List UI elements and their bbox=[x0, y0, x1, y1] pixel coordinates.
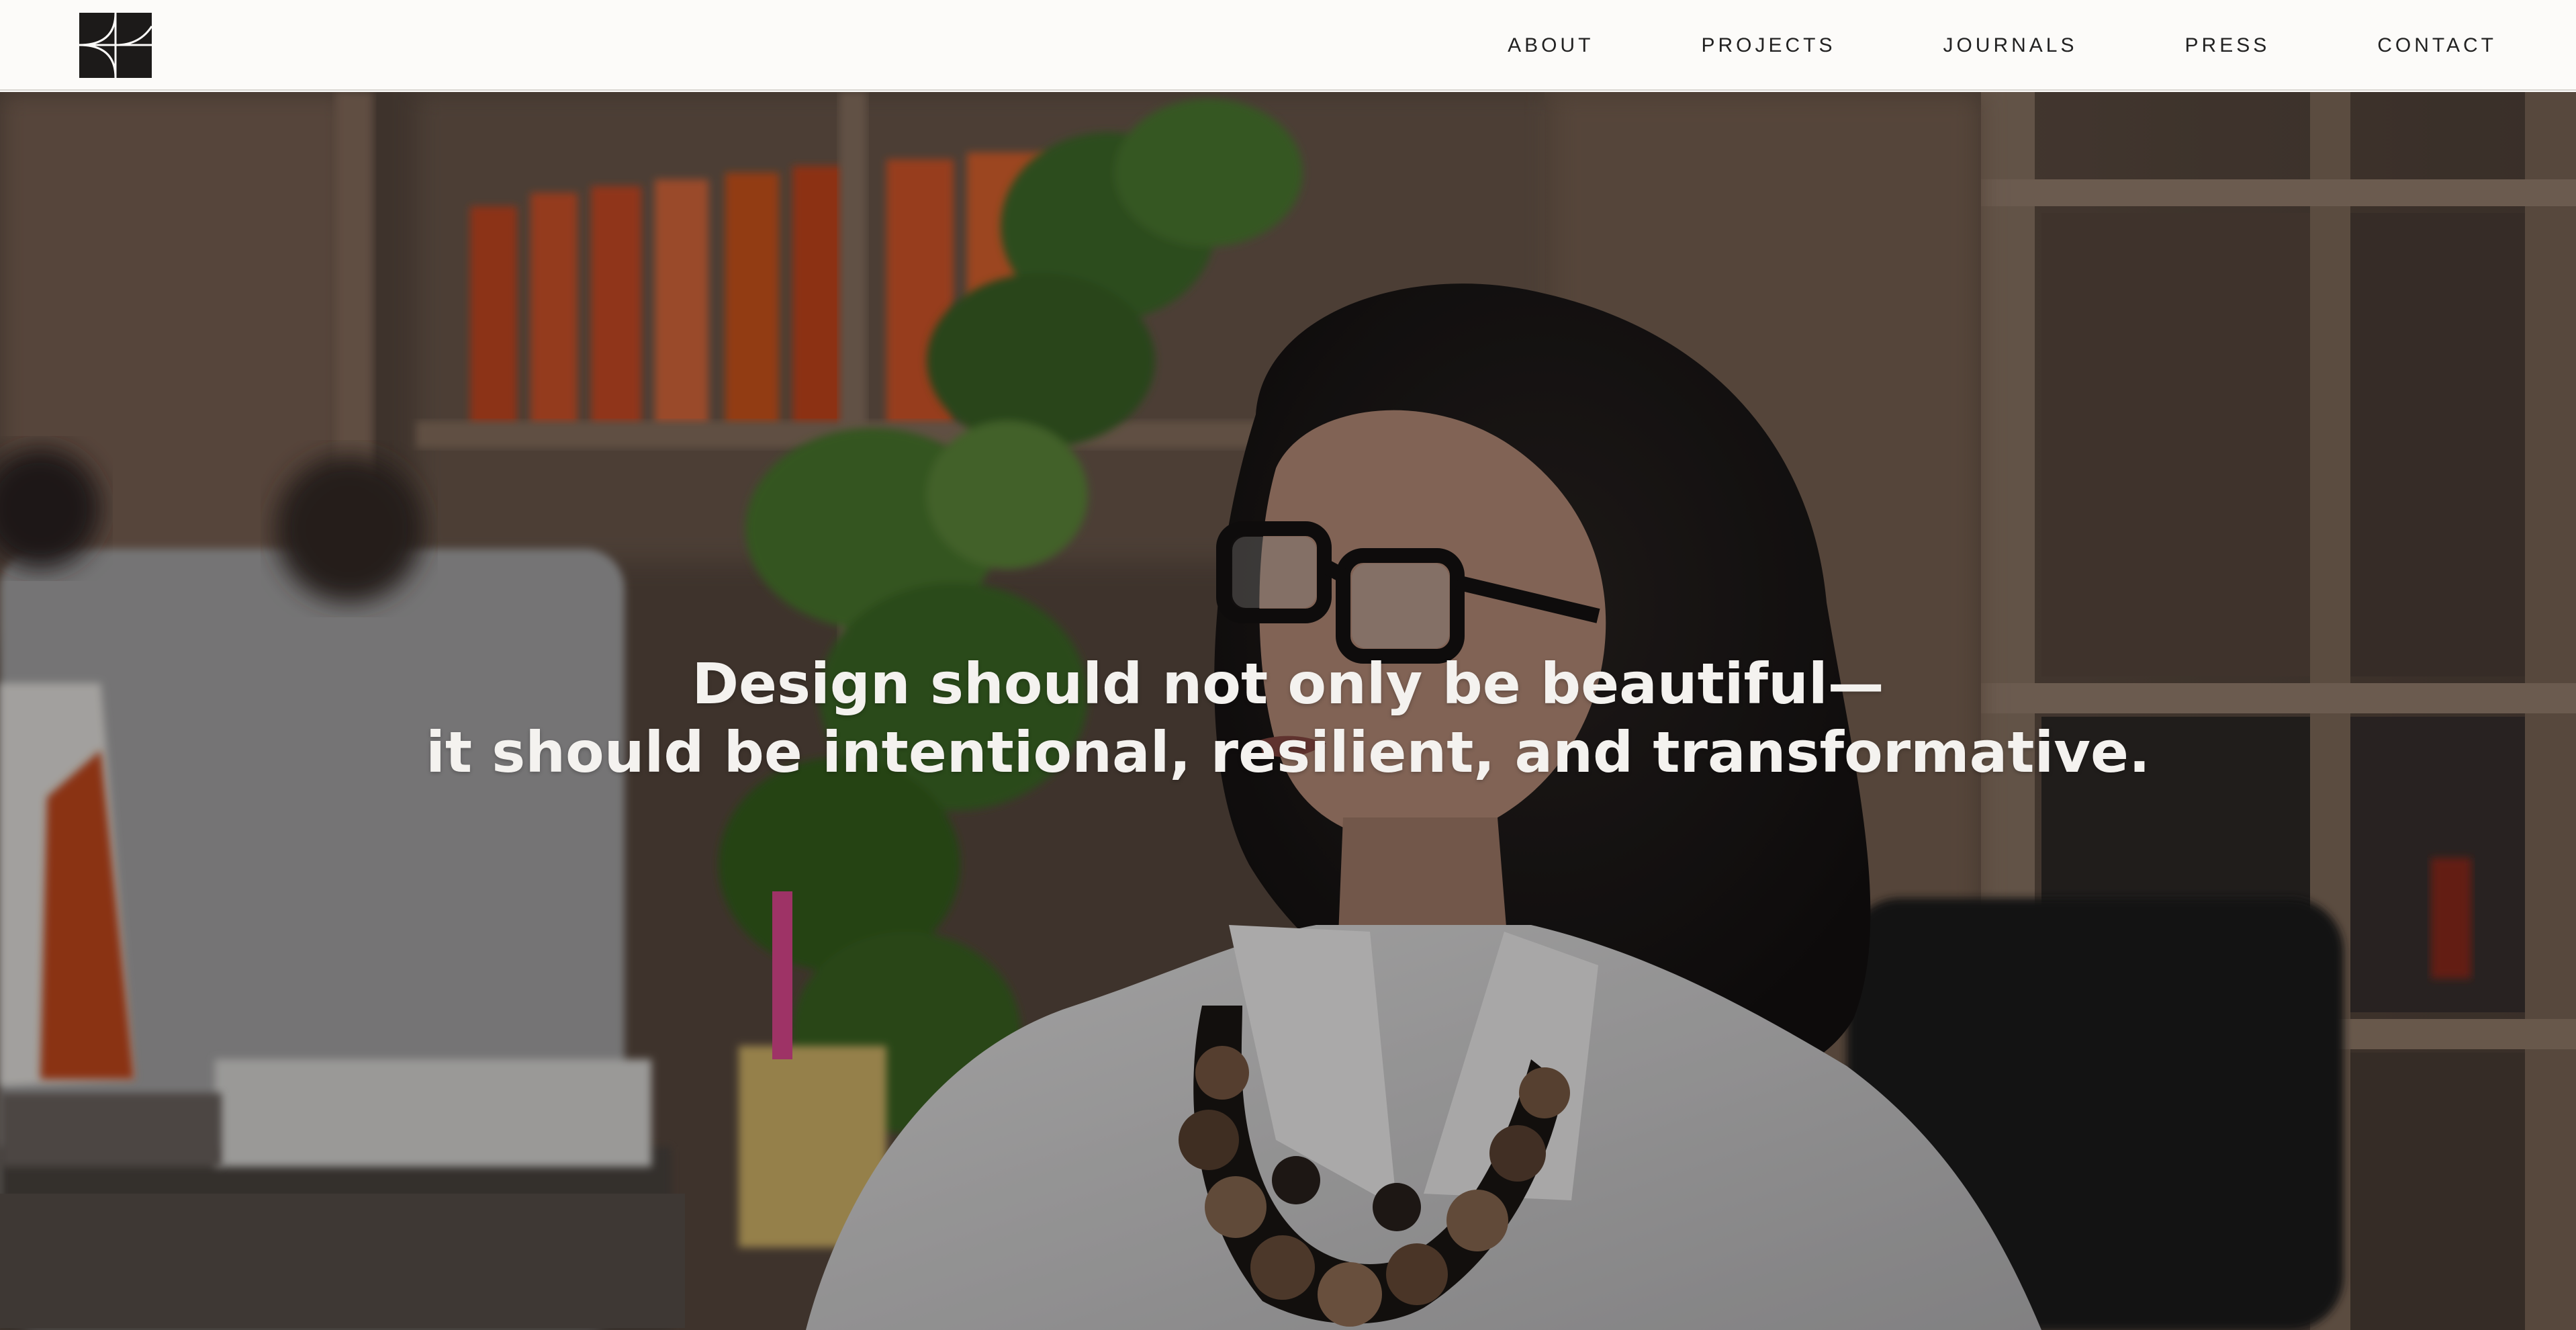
monogram-logo-graphic bbox=[79, 13, 152, 78]
hero-quote-line-1: Design should not only be beautiful— bbox=[692, 651, 1884, 717]
site-header: ABOUT PROJECTS JOURNALS PRESS CONTACT bbox=[0, 0, 2576, 91]
nav-link-about[interactable]: ABOUT bbox=[1508, 34, 1594, 57]
hero-section: Design should not only be beautiful— it … bbox=[0, 92, 2576, 1330]
main-nav: ABOUT PROJECTS JOURNALS PRESS CONTACT bbox=[1508, 0, 2497, 91]
nav-link-contact[interactable]: CONTACT bbox=[2377, 34, 2497, 57]
hero-quote: Design should not only be beautiful— it … bbox=[0, 650, 2576, 787]
nav-link-press[interactable]: PRESS bbox=[2185, 34, 2270, 57]
nav-link-projects[interactable]: PROJECTS bbox=[1701, 34, 1835, 57]
logo-icon[interactable] bbox=[79, 13, 152, 78]
hero-quote-line-2: it should be intentional, resilient, and… bbox=[426, 719, 2150, 785]
nav-link-journals[interactable]: JOURNALS bbox=[1943, 34, 2077, 57]
